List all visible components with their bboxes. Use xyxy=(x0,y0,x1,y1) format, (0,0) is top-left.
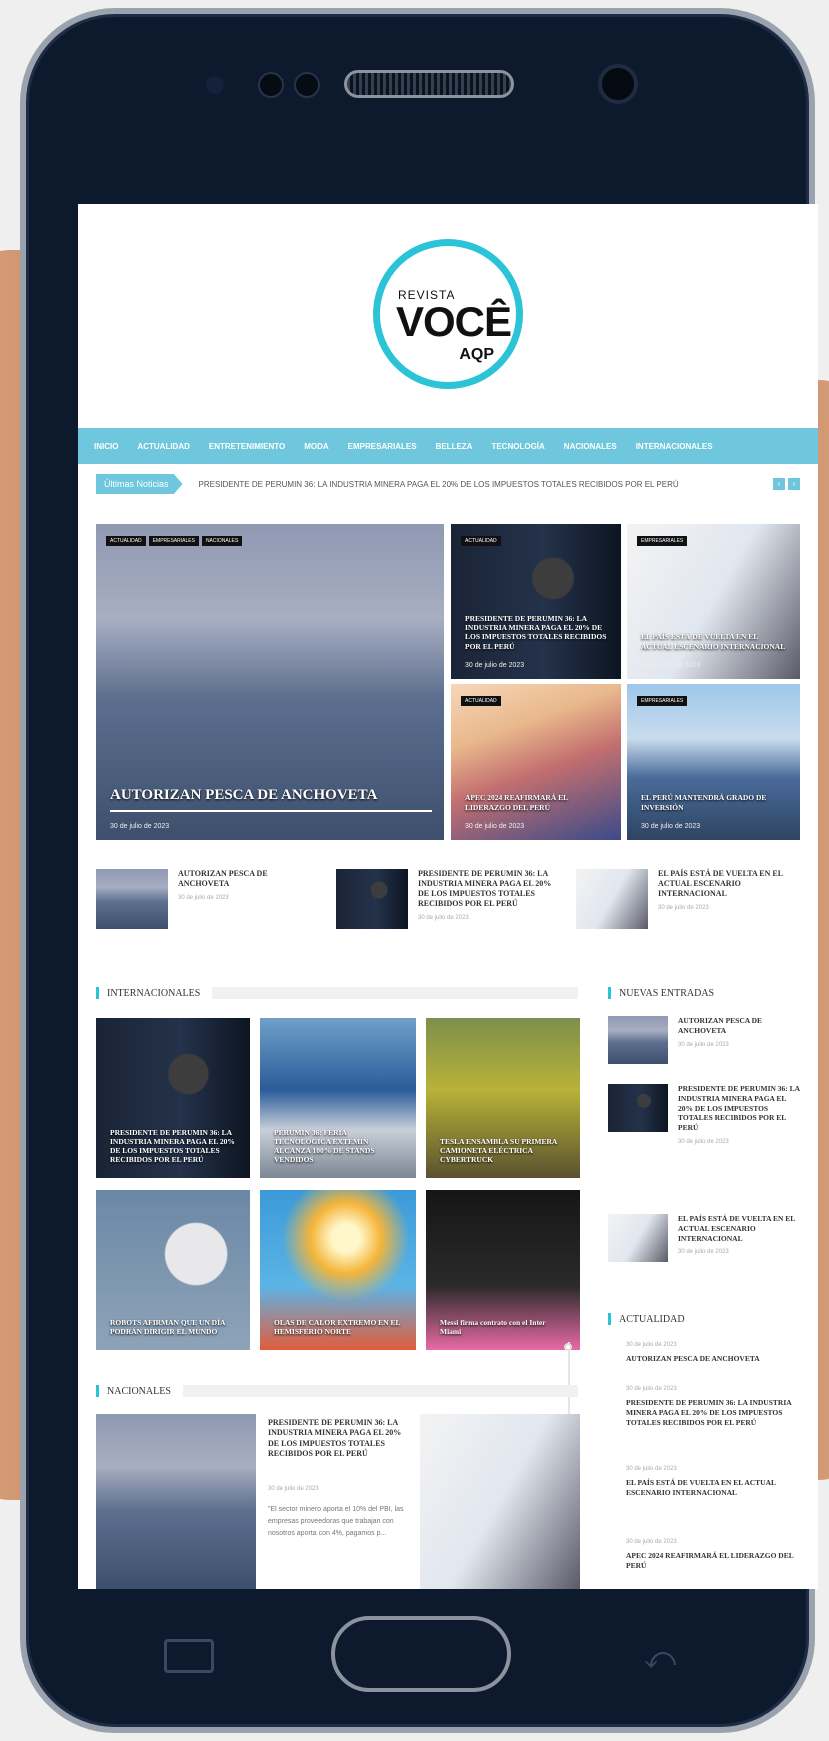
list-item[interactable]: EL PAÍS ESTÁ DE VUELTA EN EL ACTUAL ESCE… xyxy=(576,869,800,929)
recent-apps-icon[interactable] xyxy=(164,1639,214,1673)
menu-item[interactable]: EMPRESARIALES xyxy=(348,442,417,451)
featured-title[interactable]: AUTORIZAN PESCA DE ANCHOVETA xyxy=(110,787,432,812)
thumbnail[interactable] xyxy=(96,869,168,929)
category-tag[interactable]: EMPRESARIALES xyxy=(148,536,199,546)
menu-item[interactable]: INICIO xyxy=(94,442,118,451)
menu-item[interactable]: TECNOLOGÍA xyxy=(491,442,544,451)
news-ticker: Últimas Noticias PRESIDENTE DE PERUMIN 3… xyxy=(78,470,818,498)
menu-item[interactable]: MODA xyxy=(304,442,328,451)
list-item[interactable]: AUTORIZAN PESCA DE ANCHOVETA 30 de julio … xyxy=(96,869,316,929)
timeline-item[interactable]: 30 de julio de 2023 EL PAÍS ESTÁ DE VUEL… xyxy=(564,1466,806,1498)
thumbnail[interactable] xyxy=(576,869,648,929)
featured-tile[interactable]: ACTUALIDAD PRESIDENTE DE PERUMIN 36: LA … xyxy=(451,524,621,679)
site-header: REVISTA VOCÊ AQP xyxy=(78,204,818,424)
article-image[interactable] xyxy=(96,1414,256,1589)
grid-card[interactable]: PERUMIN 36: FERIA TECNOLÓGICA EXTEMIN AL… xyxy=(260,1018,416,1178)
grid-card[interactable]: PRESIDENTE DE PERUMIN 36: LA INDUSTRIA M… xyxy=(96,1018,250,1178)
category-tag[interactable]: EMPRESARIALES xyxy=(637,696,688,706)
list-item[interactable]: EL PAÍS ESTÁ DE VUELTA EN EL ACTUAL ESCE… xyxy=(608,1214,800,1262)
grid-card[interactable]: ROBOTS AFIRMAN QUE UN DÍA PODRÁN DIRIGIR… xyxy=(96,1190,250,1350)
category-tag[interactable]: ACTUALIDAD xyxy=(106,536,146,546)
menu-item[interactable]: NACIONALES xyxy=(564,442,617,451)
sensor-icon xyxy=(258,72,284,98)
timeline-item[interactable]: 30 de julio de 2023 APEC 2024 REAFIRMARÁ… xyxy=(564,1539,806,1571)
sensor-icon xyxy=(206,76,224,94)
speaker-grille xyxy=(344,70,514,98)
menu-item[interactable]: ENTRETENIMIENTO xyxy=(209,442,285,451)
thumbnail[interactable] xyxy=(608,1016,668,1064)
featured-date: 30 de julio de 2023 xyxy=(110,823,170,830)
category-tag[interactable]: ACTUALIDAD xyxy=(461,536,501,546)
section-heading: ACTUALIDAD xyxy=(608,1312,800,1326)
browser-screen: REVISTA VOCÊ AQP INICIO ACTUALIDAD ENTRE… xyxy=(78,204,818,1589)
sensor-icon xyxy=(294,72,320,98)
menu-item[interactable]: BELLEZA xyxy=(436,442,473,451)
featured-title[interactable]: PRESIDENTE DE PERUMIN 36: LA INDUSTRIA M… xyxy=(465,614,609,652)
featured-date: 30 de julio de 2023 xyxy=(465,662,525,669)
grid-card[interactable]: TESLA ENSAMBLA SU PRIMERA CAMIONETA ELÉC… xyxy=(426,1018,580,1178)
featured-tile[interactable]: EMPRESARIALES EL PAÍS ESTÁ DE VUELTA EN … xyxy=(627,524,800,679)
section-heading: INTERNACIONALES xyxy=(96,986,578,1000)
featured-title[interactable]: APEC 2024 REAFIRMARÁ EL LIDERAZGO DEL PE… xyxy=(465,793,609,812)
featured-date: 30 de julio de 2023 xyxy=(465,823,525,830)
main-menu: INICIO ACTUALIDAD ENTRETENIMIENTO MODA E… xyxy=(78,428,818,464)
article-title[interactable]: PRESIDENTE DE PERUMIN 36: LA INDUSTRIA M… xyxy=(268,1418,408,1460)
featured-date: 30 de julio de 2023 xyxy=(641,662,701,669)
back-icon[interactable]: ⤺ xyxy=(636,1644,684,1674)
section-heading: NACIONALES xyxy=(96,1384,578,1398)
grid-card[interactable]: Messi firma contrato con el Inter Miami xyxy=(426,1190,580,1350)
featured-title[interactable]: EL PERÚ MANTENDRÁ GRADO DE INVERSIÓN xyxy=(641,793,788,812)
menu-item[interactable]: ACTUALIDAD xyxy=(137,442,189,451)
thumbnail[interactable] xyxy=(336,869,408,929)
featured-main[interactable]: ACTUALIDAD EMPRESARIALES NACIONALES AUTO… xyxy=(96,524,444,840)
category-tag[interactable]: NACIONALES xyxy=(201,536,243,546)
list-item[interactable]: PRESIDENTE DE PERUMIN 36: LA INDUSTRIA M… xyxy=(336,869,556,929)
ticker-next-button[interactable]: › xyxy=(788,478,800,490)
ticker-prev-button[interactable]: ‹ xyxy=(773,478,785,490)
ticker-headline[interactable]: PRESIDENTE DE PERUMIN 36: LA INDUSTRIA M… xyxy=(199,480,679,489)
thumbnail[interactable] xyxy=(608,1084,668,1132)
featured-title[interactable]: EL PAÍS ESTÁ DE VUELTA EN EL ACTUAL ESCE… xyxy=(641,632,788,651)
ticker-label: Últimas Noticias xyxy=(96,474,183,494)
list-item[interactable]: AUTORIZAN PESCA DE ANCHOVETA 30 de julio … xyxy=(608,1016,800,1064)
featured-tile[interactable]: ACTUALIDAD APEC 2024 REAFIRMARÁ EL LIDER… xyxy=(451,684,621,840)
site-logo[interactable]: REVISTA VOCÊ AQP xyxy=(373,239,523,389)
timeline-item[interactable]: 30 de julio de 2023 PRESIDENTE DE PERUMI… xyxy=(564,1386,806,1427)
phone-frame: ⤺ REVISTA VOCÊ AQP INICIO ACTUALIDAD ENT… xyxy=(20,8,818,1733)
thumbnail[interactable] xyxy=(608,1214,668,1262)
list-item[interactable]: PRESIDENTE DE PERUMIN 36: LA INDUSTRIA M… xyxy=(608,1084,800,1145)
featured-date: 30 de julio de 2023 xyxy=(641,823,701,830)
section-heading: NUEVAS ENTRADAS xyxy=(608,986,800,1000)
article-image[interactable] xyxy=(420,1414,580,1589)
article-date: 30 de julio de 2023 xyxy=(268,1486,319,1492)
timeline-item[interactable]: 30 de julio de 2023 AUTORIZAN PESCA DE A… xyxy=(564,1342,806,1364)
category-tag[interactable]: EMPRESARIALES xyxy=(637,536,688,546)
article-excerpt: "El sector minero aporta el 10% del PBI,… xyxy=(268,1506,404,1537)
category-tag[interactable]: ACTUALIDAD xyxy=(461,696,501,706)
menu-item[interactable]: INTERNACIONALES xyxy=(636,442,713,451)
featured-tile[interactable]: EMPRESARIALES EL PERÚ MANTENDRÁ GRADO DE… xyxy=(627,684,800,840)
front-camera-icon xyxy=(598,64,638,104)
home-button[interactable] xyxy=(331,1616,511,1692)
grid-card[interactable]: OLAS DE CALOR EXTREMO EN EL HEMISFERIO N… xyxy=(260,1190,416,1350)
